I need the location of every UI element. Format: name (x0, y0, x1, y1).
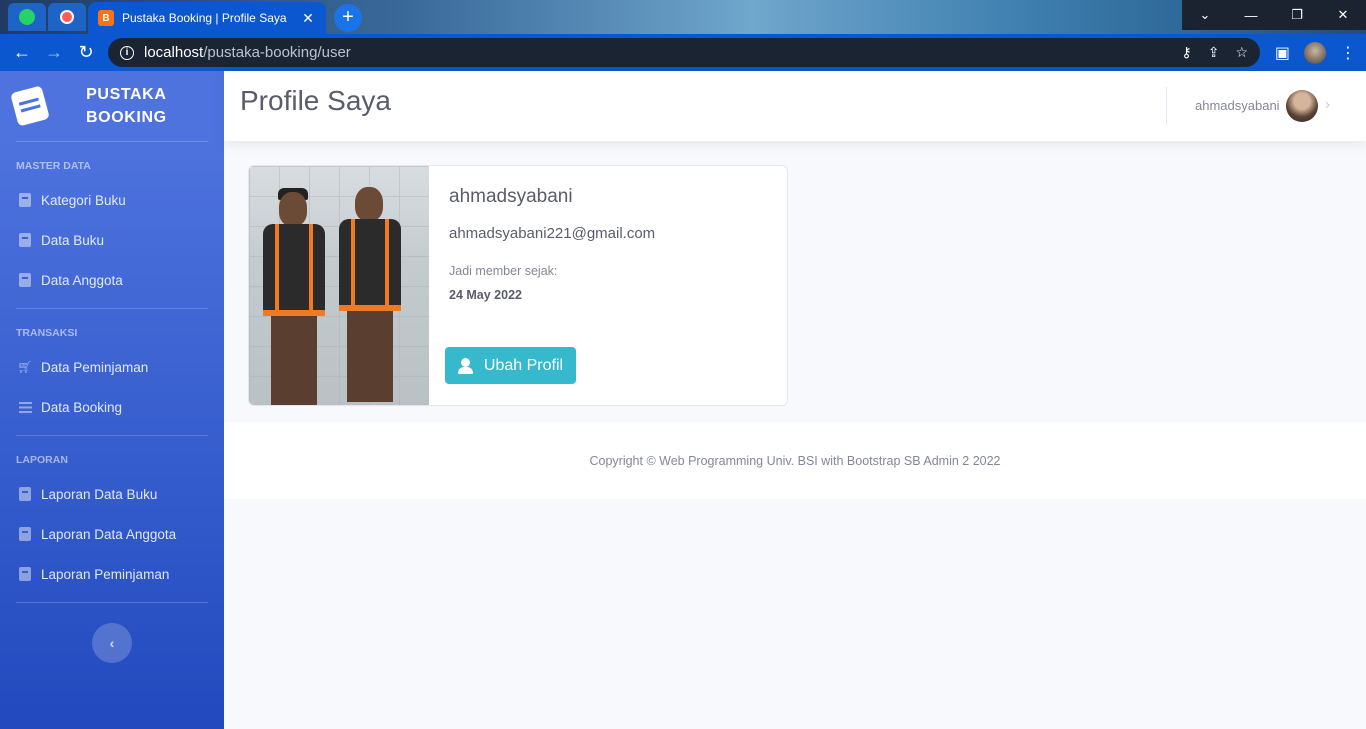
url-path: /pustaka-booking/user (203, 44, 351, 61)
url-host: localhost (144, 44, 204, 61)
topbar-divider (1166, 87, 1167, 125)
browser-toolbar: ← → ↻ i localhost/pustaka-booking/user ⚷… (0, 34, 1366, 71)
site-info-icon[interactable]: i (120, 45, 134, 60)
chevron-left-icon: ‹ (109, 635, 115, 651)
side-panel-icon[interactable]: ▣ (1275, 43, 1290, 63)
sidebar-item-label: Data Booking (41, 399, 123, 415)
page-title: Profile Saya (240, 85, 391, 116)
sidebar-toggle-button[interactable]: ‹ (92, 623, 132, 663)
edit-profile-button[interactable]: Ubah Profil (445, 347, 576, 384)
sidebar-item-label: Kategori Buku (41, 192, 126, 208)
profile-details: ahmadsyabani ahmadsyabani221@gmail.com J… (449, 186, 655, 302)
tab-active[interactable]: B Pustaka Booking | Profile Saya ✕ (88, 2, 326, 34)
sidebar-item-data-peminjaman[interactable]: 🛒︎ Data Peminjaman (0, 347, 224, 387)
share-icon[interactable]: ⇪ (1208, 44, 1220, 61)
sidebar-item-label: Data Anggota (41, 272, 123, 288)
topbar: Profile Saya ahmadsyabani › (224, 71, 1366, 141)
sidebar-item-laporan-data-anggota[interactable]: Laporan Data Anggota (0, 514, 224, 554)
user-dropdown-name[interactable]: ahmadsyabani (1195, 98, 1280, 113)
address-book-icon (18, 527, 32, 541)
new-tab-button[interactable]: + (334, 4, 362, 32)
sidebar-item-label: Laporan Peminjaman (41, 566, 170, 582)
star-icon[interactable]: ☆ (1235, 44, 1248, 61)
list-icon (18, 400, 32, 414)
minimize-button[interactable]: — (1228, 0, 1274, 30)
profile-photo (249, 166, 429, 405)
tab-close-icon[interactable]: ✕ (300, 10, 316, 27)
sidebar-item-data-anggota[interactable]: Data Anggota (0, 260, 224, 300)
footer: Copyright © Web Programming Univ. BSI wi… (224, 422, 1366, 499)
pinned-tab-record[interactable] (48, 3, 86, 31)
sidebar-item-data-booking[interactable]: Data Booking (0, 387, 224, 427)
forward-button[interactable]: → (38, 37, 70, 69)
brand-line-1: PUSTAKA (86, 86, 167, 103)
address-book-icon (18, 487, 32, 501)
sidebar-item-label: Data Buku (41, 232, 105, 248)
sidebar-heading-laporan: LAPORAN (16, 454, 68, 466)
brand-text: PUSTAKA BOOKING (86, 83, 167, 129)
address-book-icon (18, 567, 32, 581)
copyright-text: Copyright © Web Programming Univ. BSI wi… (589, 453, 1001, 468)
sidebar-item-label: Data Peminjaman (41, 359, 149, 375)
member-since-date: 24 May 2022 (449, 288, 522, 302)
book-icon (18, 193, 32, 207)
sidebar-item-data-buku[interactable]: Data Buku (0, 220, 224, 260)
profile-name: ahmadsyabani (449, 186, 573, 207)
back-button[interactable]: ← (6, 37, 38, 69)
chevron-right-icon[interactable]: › (1325, 96, 1330, 113)
sidebar-item-label: Laporan Data Buku (41, 486, 158, 502)
browser-tabbar: B Pustaka Booking | Profile Saya ✕ + ⌄ —… (0, 0, 1366, 34)
record-icon (60, 10, 74, 24)
profile-avatar[interactable] (1304, 42, 1326, 64)
key-icon[interactable]: ⚷ (1181, 44, 1191, 61)
codeigniter-favicon-icon: B (98, 10, 114, 26)
brand-line-2: BOOKING (86, 109, 167, 126)
pinned-tab-whatsapp[interactable] (8, 3, 46, 31)
profile-card: ahmadsyabani ahmadsyabani221@gmail.com J… (248, 165, 788, 406)
restore-button[interactable]: ❐ (1274, 0, 1320, 30)
sidebar-heading-master-data: MASTER DATA (16, 160, 91, 172)
sidebar-brand[interactable]: PUSTAKA BOOKING (0, 71, 224, 141)
sidebar-item-laporan-peminjaman[interactable]: Laporan Peminjaman (0, 554, 224, 594)
address-bar[interactable]: i localhost/pustaka-booking/user ⚷ ⇪ ☆ (108, 38, 1260, 67)
user-avatar[interactable] (1286, 90, 1318, 122)
tab-search-button[interactable]: ⌄ (1182, 0, 1228, 30)
book-icon (18, 233, 32, 247)
profile-email: ahmadsyabani221@gmail.com (449, 225, 656, 242)
sidebar-item-laporan-data-buku[interactable]: Laporan Data Buku (0, 474, 224, 514)
sidebar-item-label: Laporan Data Anggota (41, 526, 177, 542)
user-edit-icon (457, 357, 478, 374)
member-since-label: Jadi member sejak: (449, 264, 558, 278)
book-icon (18, 273, 32, 287)
cart-icon: 🛒︎ (17, 360, 33, 374)
sidebar: PUSTAKA BOOKING MASTER DATA Kategori Buk… (0, 71, 224, 729)
whatsapp-icon (19, 9, 35, 25)
tab-title: Pustaka Booking | Profile Saya (122, 11, 287, 25)
menu-kebab-icon[interactable]: ⋮ (1340, 43, 1356, 63)
close-window-button[interactable]: ✕ (1320, 0, 1366, 30)
reload-button[interactable]: ↻ (70, 37, 102, 69)
sidebar-heading-transaksi: TRANSAKSI (16, 327, 78, 339)
edit-profile-label: Ubah Profil (483, 356, 564, 374)
sidebar-item-kategori-buku[interactable]: Kategori Buku (0, 180, 224, 220)
sidebar-divider (16, 602, 208, 603)
book-logo-icon (10, 85, 50, 127)
